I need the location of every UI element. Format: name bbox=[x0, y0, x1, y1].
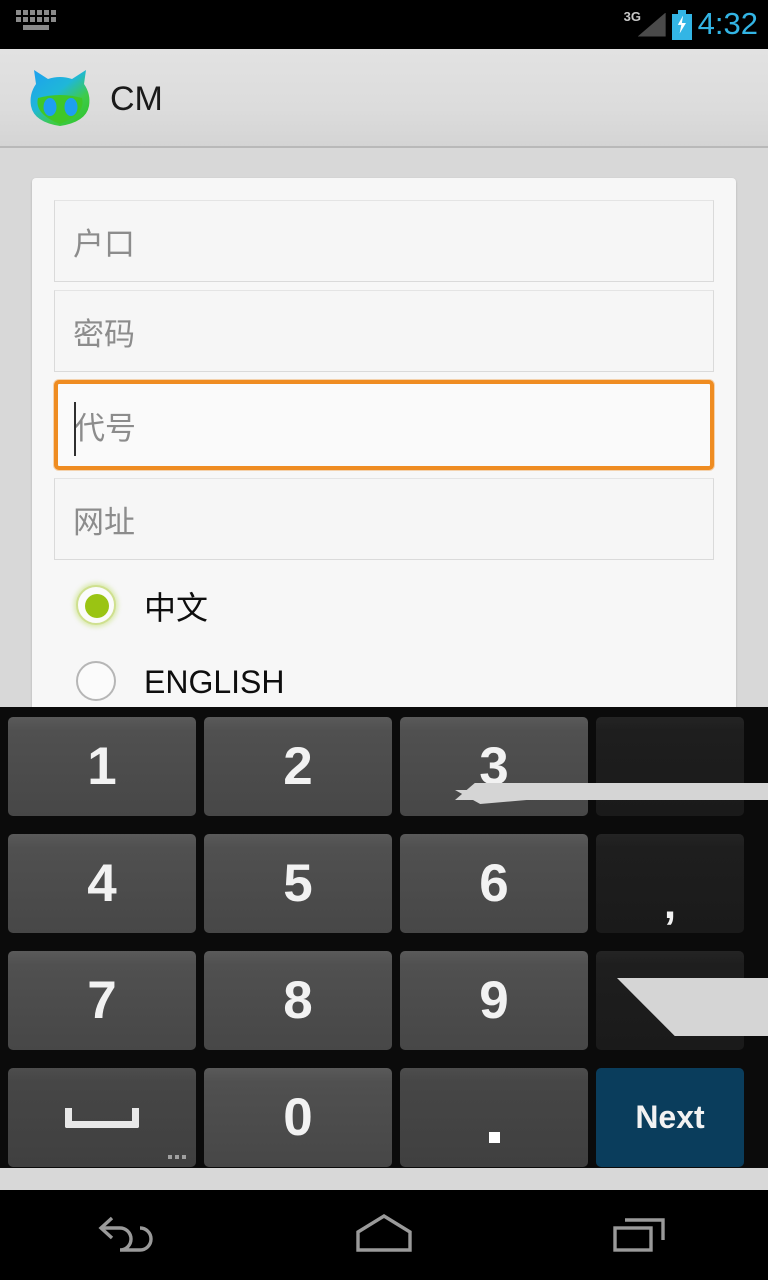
status-bar-clock: 4:32 bbox=[697, 6, 758, 41]
keyboard-bottom-band bbox=[0, 1168, 768, 1190]
key-5[interactable]: 5 bbox=[204, 834, 392, 933]
key-comma[interactable]: , bbox=[596, 834, 744, 933]
key-9[interactable]: 9 bbox=[400, 951, 588, 1050]
recents-icon bbox=[613, 1218, 665, 1252]
keyboard-row: 1 2 3 bbox=[0, 717, 768, 834]
key-blank-top[interactable] bbox=[596, 717, 744, 816]
signal-triangle-icon: 3G bbox=[624, 8, 666, 42]
key-period[interactable] bbox=[400, 1068, 588, 1167]
key-3[interactable]: 3 bbox=[400, 717, 588, 816]
key-blank-bottom[interactable] bbox=[596, 951, 744, 1050]
keyboard-row: 4 5 6 , bbox=[0, 834, 768, 951]
nav-recents-button[interactable] bbox=[512, 1190, 768, 1280]
key-2[interactable]: 2 bbox=[204, 717, 392, 816]
numeric-keyboard: 1 2 3 4 5 6 , 7 8 9 0 Next bbox=[0, 707, 768, 1190]
radio-button-selected-icon[interactable] bbox=[76, 585, 118, 627]
language-option-chinese[interactable]: 中文 bbox=[76, 568, 714, 644]
status-bar-left-icons bbox=[14, 6, 60, 42]
key-4[interactable]: 4 bbox=[8, 834, 196, 933]
language-option-english[interactable]: ENGLISH bbox=[76, 644, 714, 707]
key-0[interactable]: 0 bbox=[204, 1068, 392, 1167]
keyboard-row: 7 8 9 bbox=[0, 951, 768, 1068]
keyboard-icon bbox=[14, 6, 60, 36]
period-dot-icon bbox=[488, 1132, 500, 1143]
key-next[interactable]: Next bbox=[596, 1068, 744, 1167]
page-title: CM bbox=[110, 79, 163, 118]
back-arrow-icon bbox=[98, 1216, 153, 1252]
nav-back-button[interactable] bbox=[0, 1190, 256, 1280]
account-field[interactable]: 户口 bbox=[54, 200, 714, 282]
battery-charging-icon bbox=[671, 9, 692, 40]
password-field-placeholder: 密码 bbox=[73, 316, 135, 353]
language-option-chinese-label: 中文 bbox=[144, 589, 209, 627]
url-field-placeholder: 网址 bbox=[73, 504, 135, 541]
navigation-bar bbox=[0, 1190, 768, 1280]
key-space[interactable] bbox=[8, 1068, 196, 1167]
text-caret bbox=[74, 402, 76, 456]
nav-home-button[interactable] bbox=[256, 1190, 512, 1280]
key-8[interactable]: 8 bbox=[204, 951, 392, 1050]
home-icon bbox=[356, 1214, 412, 1252]
key-1[interactable]: 1 bbox=[8, 717, 196, 816]
language-option-english-label: ENGLISH bbox=[144, 663, 285, 700]
signal-bars bbox=[637, 12, 666, 37]
key-6[interactable]: 6 bbox=[400, 834, 588, 933]
password-field[interactable]: 密码 bbox=[54, 290, 714, 372]
keyboard-grid: 1 2 3 4 5 6 , 7 8 9 0 Next bbox=[0, 717, 768, 1177]
device-screen: 3G 4:32 CM 户口 密码 代号 网址 中文 ENGLISH 1 2 3 … bbox=[0, 0, 768, 1280]
login-form-card: 户口 密码 代号 网址 中文 ENGLISH bbox=[32, 178, 736, 707]
ime-switch-dots-icon bbox=[168, 1155, 186, 1159]
url-field[interactable]: 网址 bbox=[54, 478, 714, 560]
content-area: 户口 密码 代号 网址 中文 ENGLISH bbox=[0, 150, 768, 707]
network-type-label: 3G bbox=[623, 8, 641, 24]
cyanogenmod-cat-logo bbox=[28, 68, 92, 130]
code-field-placeholder: 代号 bbox=[74, 410, 136, 447]
action-bar: CM bbox=[0, 49, 768, 148]
key-7[interactable]: 7 bbox=[8, 951, 196, 1050]
code-field[interactable]: 代号 bbox=[54, 380, 714, 470]
status-bar: 3G 4:32 bbox=[0, 0, 768, 49]
status-bar-right-icons: 3G 4:32 bbox=[624, 0, 758, 49]
radio-button-unselected-icon[interactable] bbox=[76, 661, 118, 703]
space-bar-icon bbox=[65, 1107, 139, 1128]
account-field-placeholder: 户口 bbox=[73, 226, 135, 263]
